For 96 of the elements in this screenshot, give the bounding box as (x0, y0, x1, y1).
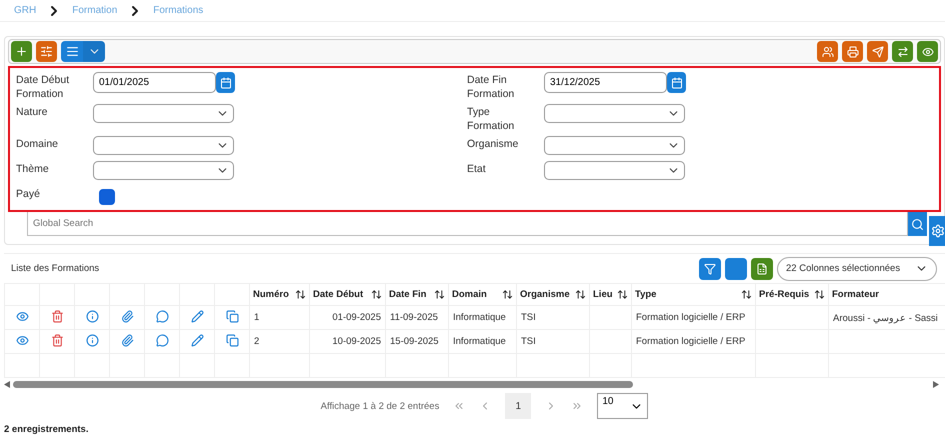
table-cell: 2 (254, 336, 260, 347)
swap-button[interactable] (892, 41, 913, 62)
eye-icon[interactable] (16, 334, 28, 346)
field-label: Domaine (16, 137, 60, 151)
calendar-icon (670, 76, 682, 88)
table-cell: TSI (521, 336, 536, 347)
page-button[interactable]: 1 (505, 393, 532, 419)
record-count: 2 enregistrements. (3, 424, 90, 435)
paperclip-icon[interactable] (120, 334, 134, 346)
calendar-icon (220, 76, 232, 88)
sort-icon[interactable] (617, 289, 628, 300)
last-page-button[interactable] (571, 400, 584, 412)
delete-icon[interactable] (50, 310, 64, 322)
date-field[interactable]: 01/01/2025 (93, 72, 216, 93)
info-icon[interactable] (86, 310, 98, 322)
table-cell: Formation logicielle / ERP (636, 312, 746, 323)
double-chevron-right-icon (571, 400, 584, 412)
info-icon[interactable] (86, 334, 98, 346)
calendar-button[interactable] (667, 72, 686, 93)
dropdown-field[interactable] (93, 104, 234, 123)
search-icon (911, 218, 924, 230)
table-cell: Aroussi - عروسي - Sassi (833, 312, 938, 324)
double-chevron-left-icon (453, 400, 466, 412)
filter-settings-button[interactable] (36, 41, 57, 62)
send-icon (872, 46, 884, 58)
copy-icon[interactable] (226, 334, 238, 346)
spreadsheet-icon (756, 262, 768, 274)
checkbox[interactable] (99, 189, 115, 205)
excel-button[interactable] (751, 258, 773, 280)
search-button[interactable] (908, 212, 927, 236)
print-button[interactable] (842, 41, 863, 62)
list-title: Liste des Formations (11, 263, 100, 274)
table-cell: Formation logicielle / ERP (636, 336, 746, 347)
sort-icon[interactable] (371, 289, 382, 300)
field-label: Date Fin Formation (467, 73, 516, 101)
field-label: Payé (16, 187, 41, 201)
comment-icon[interactable] (156, 334, 168, 346)
eye-button[interactable] (917, 41, 938, 62)
list-icon (66, 45, 78, 58)
table-cell: TSI (521, 312, 536, 323)
delete-icon[interactable] (50, 334, 64, 346)
sort-icon[interactable] (814, 289, 825, 300)
sort-icon[interactable] (502, 289, 513, 300)
field-label: Etat (467, 162, 487, 176)
dropdown-field[interactable] (544, 104, 685, 123)
field-label: Date Début Formation (16, 73, 70, 101)
pagination-summary: Affichage 1 à 2 de 2 entrées (320, 400, 440, 412)
column-header[interactable]: Type (635, 289, 656, 300)
paperclip-icon[interactable] (120, 310, 134, 322)
dropdown-field[interactable] (544, 161, 685, 180)
list-menu-button[interactable] (61, 41, 105, 62)
print-icon (846, 46, 858, 58)
eye-icon (922, 46, 934, 58)
table-cell: 01-09-2025 (332, 312, 381, 323)
sort-icon[interactable] (741, 289, 752, 300)
swap-icon (896, 46, 908, 58)
sort-icon[interactable] (434, 289, 445, 300)
dropdown-field[interactable] (544, 136, 685, 155)
table-cell: 10-09-2025 (332, 336, 381, 347)
field-label: Nature (16, 105, 49, 119)
edit-icon[interactable] (190, 334, 204, 346)
field-label: Type Formation (467, 105, 516, 133)
calendar-button[interactable] (216, 72, 235, 93)
blank-button[interactable] (725, 258, 747, 280)
edit-icon[interactable] (190, 310, 204, 322)
table-cell: 11-09-2025 (390, 312, 438, 323)
plus-icon (15, 45, 28, 58)
scroll-right-icon[interactable] (933, 381, 939, 388)
column-selector[interactable]: 22 Colonnes sélectionnées (777, 256, 937, 280)
scrollbar-thumb[interactable] (13, 381, 633, 388)
table-cell: Informatique (453, 312, 506, 323)
sort-icon[interactable] (575, 289, 586, 300)
first-page-button[interactable] (453, 400, 466, 412)
sliders-icon (40, 45, 53, 58)
field-label: Thème (16, 162, 50, 176)
search-field[interactable]: Global Search (27, 212, 908, 236)
page-size-select[interactable]: 10 (597, 393, 648, 419)
settings-button[interactable] (929, 216, 945, 246)
table-cell: 15-09-2025 (390, 336, 439, 347)
scroll-left-icon[interactable] (4, 381, 10, 388)
filter-icon (704, 262, 716, 274)
dropdown-field[interactable] (93, 136, 234, 155)
field-label: Organisme (467, 137, 520, 151)
dropdown-field[interactable] (93, 161, 234, 180)
copy-icon[interactable] (226, 310, 238, 322)
send-button[interactable] (867, 41, 888, 62)
eye-icon[interactable] (16, 310, 28, 322)
people-button[interactable] (817, 41, 838, 62)
filter-button[interactable] (699, 258, 721, 280)
comment-icon[interactable] (156, 310, 168, 322)
people-icon (822, 46, 834, 58)
table-cell: 1 (254, 312, 260, 323)
table-cell: Informatique (453, 336, 506, 347)
sort-icon[interactable] (295, 289, 306, 300)
date-field[interactable]: 31/12/2025 (544, 72, 667, 93)
add-button[interactable] (11, 41, 32, 62)
